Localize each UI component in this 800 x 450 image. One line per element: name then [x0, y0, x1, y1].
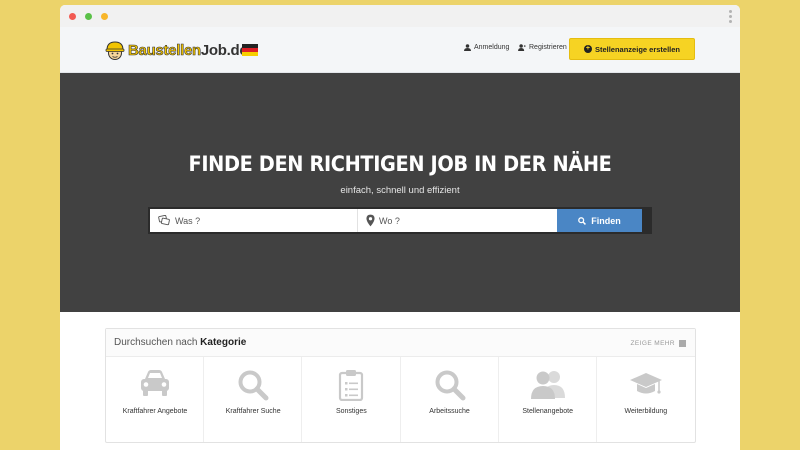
car-icon	[141, 370, 169, 396]
category-item-label: Sonstiges	[335, 408, 367, 415]
show-more-link[interactable]: ZEIGE MEHR	[631, 340, 686, 347]
what-search-input[interactable]: Was ?	[150, 209, 357, 232]
germany-flag-icon[interactable]	[242, 44, 258, 56]
register-link[interactable]: Registrieren	[518, 44, 567, 51]
hero-title: FINDE DEN RICHTIGEN JOB IN DER NÄHE	[188, 152, 612, 176]
what-placeholder: Was ?	[175, 215, 201, 226]
graduation-cap-icon	[629, 373, 662, 394]
category-list: Kraftfahrer Angebote Kraftfahrer Suche S…	[106, 357, 695, 442]
create-job-ad-label: Stellenanzeige erstellen	[594, 44, 681, 54]
job-search-bar: Was ? Wo ? Finden	[148, 207, 652, 234]
category-item[interactable]: Sonstiges	[302, 357, 401, 442]
site-logo[interactable]: BaustellenJob.de	[104, 38, 248, 62]
find-button[interactable]: Finden	[557, 209, 642, 232]
category-item[interactable]: Kraftfahrer Angebote	[106, 357, 205, 442]
hero-section: FINDE DEN RICHTIGEN JOB IN DER NÄHE einf…	[60, 73, 740, 312]
search-icon	[435, 370, 466, 401]
where-search-input[interactable]: Wo ?	[357, 209, 557, 232]
site-header: BaustellenJob.de Anmeldung Registrieren …	[60, 27, 740, 73]
site-logo-text: BaustellenJob.de	[128, 41, 248, 59]
login-link-label: Anmeldung	[474, 44, 510, 51]
more-options-icon[interactable]	[729, 10, 732, 23]
tags-icon	[158, 215, 170, 226]
list-icon	[679, 340, 686, 347]
search-icon	[578, 216, 587, 225]
category-item[interactable]: Weiterbildung	[597, 357, 695, 442]
category-item[interactable]: Arbeitssuche	[401, 357, 499, 442]
category-panel-header: Durchsuchen nach Kategorie ZEIGE MEHR	[106, 329, 695, 357]
browser-window: BaustellenJob.de Anmeldung Registrieren …	[60, 5, 740, 450]
users-icon	[530, 371, 565, 399]
login-link[interactable]: Anmeldung	[464, 44, 509, 51]
category-item-label: Kraftfahrer Angebote	[122, 408, 188, 415]
map-marker-icon	[366, 214, 375, 227]
create-job-ad-button[interactable]: + Stellenanzeige erstellen	[569, 38, 695, 60]
plus-circle-icon: +	[583, 45, 592, 53]
where-placeholder: Wo ?	[379, 215, 400, 226]
category-item-label: Kraftfahrer Suche	[225, 408, 281, 415]
category-item-label: Stellenangebote	[522, 408, 573, 415]
minimize-window-button[interactable]	[85, 13, 92, 20]
hero-subtitle: einfach, schnell und effizient	[340, 185, 460, 196]
register-link-label: Registrieren	[529, 44, 567, 51]
category-item-label: Weiterbildung	[624, 408, 668, 415]
category-panel-title: Durchsuchen nach Kategorie	[114, 337, 247, 348]
search-icon	[238, 370, 269, 401]
close-window-button[interactable]	[69, 13, 76, 20]
find-button-label: Finden	[591, 215, 621, 226]
category-item-label: Arbeitssuche	[429, 408, 470, 415]
category-panel: Durchsuchen nach Kategorie ZEIGE MEHR Kr…	[105, 328, 696, 443]
helmet-icon	[104, 39, 126, 61]
clipboard-icon	[339, 370, 364, 401]
user-plus-icon	[518, 44, 526, 51]
window-titlebar	[60, 5, 740, 27]
category-item[interactable]: Stellenangebote	[499, 357, 597, 442]
maximize-window-button[interactable]	[101, 13, 108, 20]
user-icon	[464, 44, 471, 51]
category-item[interactable]: Kraftfahrer Suche	[204, 357, 303, 442]
show-more-label: ZEIGE MEHR	[630, 340, 675, 347]
